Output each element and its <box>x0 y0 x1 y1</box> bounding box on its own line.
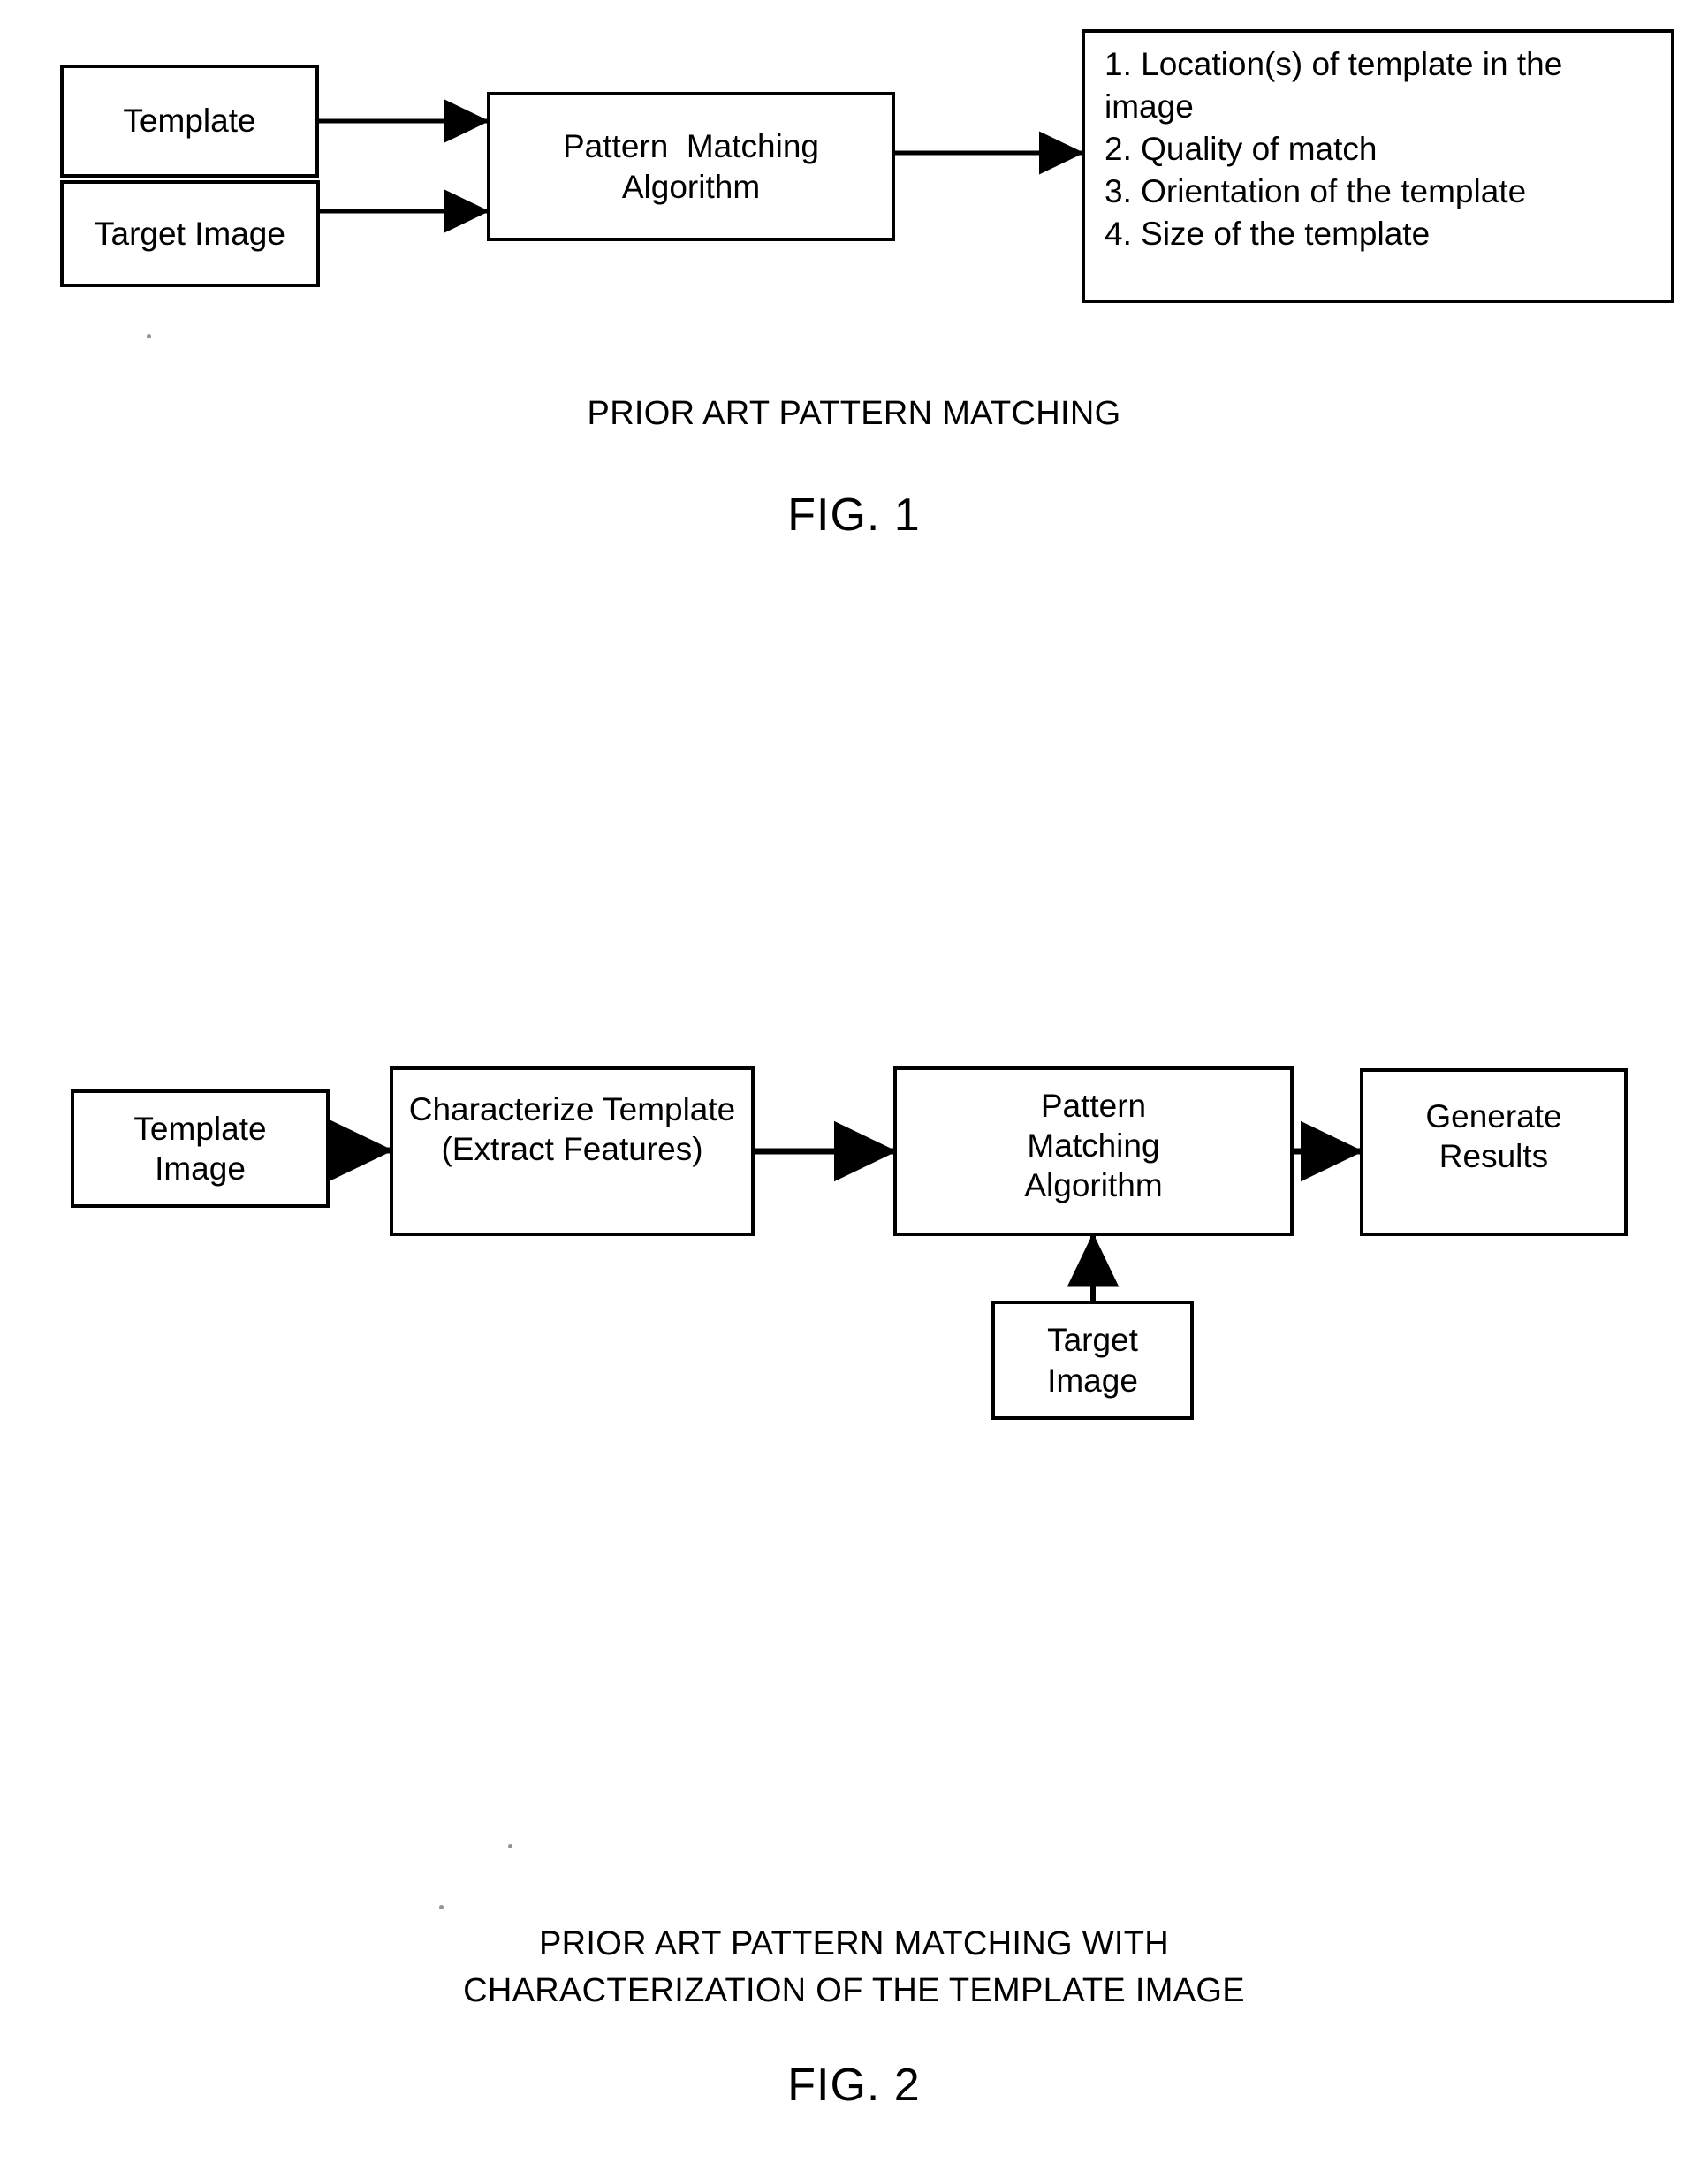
figure-1-label: FIG. 1 <box>787 489 921 541</box>
fig1-node-pattern-matching-algorithm: Pattern Matching Algorithm <box>487 92 895 241</box>
figure-2-caption-line-1: PRIOR ART PATTERN MATCHING WITH <box>538 1925 1170 1962</box>
fig2-pattern-matching-line-2: Matching <box>1027 1127 1160 1165</box>
fig2-target-image-line-1: Target <box>1047 1322 1138 1359</box>
fig1-pattern-matching-line-1: Pattern Matching <box>563 128 819 165</box>
fig1-result-item-4: 4. Size of the template <box>1105 216 1431 253</box>
fig1-template-label: Template <box>123 102 256 140</box>
fig1-result-item-1-line-2: image <box>1105 88 1194 125</box>
patent-figure-sheet: Template Target Image Pattern Matching A… <box>0 0 1708 2178</box>
fig2-characterize-line-1: Characterize Template <box>408 1091 736 1127</box>
fig1-target-image-label: Target Image <box>95 215 285 252</box>
scan-speck <box>147 334 151 338</box>
fig1-node-target-image: Target Image <box>60 180 320 287</box>
fig2-generate-results-line-1: Generate <box>1425 1098 1562 1135</box>
fig1-node-results-list: 1. Location(s) of template in the image … <box>1082 29 1674 303</box>
fig1-node-template: Template <box>60 65 319 178</box>
fig1-result-item-2: 2. Quality of match <box>1105 131 1378 168</box>
fig2-pattern-matching-line-1: Pattern <box>1040 1088 1147 1124</box>
fig2-template-image-line-2: Image <box>155 1150 246 1187</box>
figure-2-label: FIG. 2 <box>787 2060 921 2111</box>
fig2-target-image-line-2: Image <box>1047 1362 1138 1399</box>
figure-2: Template Image Characterize Template (Ex… <box>0 1016 1708 2178</box>
figure-1-caption: PRIOR ART PATTERN MATCHING <box>587 395 1121 432</box>
fig2-generate-results-line-2: Results <box>1439 1138 1549 1175</box>
fig1-pattern-matching-line-2: Algorithm <box>621 168 761 205</box>
fig2-node-template-image: Template Image <box>71 1089 330 1208</box>
fig1-result-item-1-line-1: 1. Location(s) of template in the <box>1105 46 1563 82</box>
fig1-result-item-3: 3. Orientation of the template <box>1105 173 1527 210</box>
fig2-node-pattern-matching-algorithm: Pattern Matching Algorithm <box>893 1066 1294 1236</box>
figure-2-caption-line-2: CHARACTERIZATION OF THE TEMPLATE IMAGE <box>463 1972 1245 2009</box>
fig2-node-generate-results: Generate Results <box>1360 1068 1628 1236</box>
fig2-node-characterize-template: Characterize Template (Extract Features) <box>390 1066 755 1236</box>
fig2-pattern-matching-line-3: Algorithm <box>1024 1167 1163 1204</box>
scan-speck <box>508 1844 512 1848</box>
figure-1: Template Target Image Pattern Matching A… <box>0 0 1708 618</box>
scan-speck <box>439 1905 444 1909</box>
fig2-characterize-line-2: (Extract Features) <box>441 1131 703 1168</box>
fig2-node-target-image: Target Image <box>991 1301 1194 1420</box>
fig2-template-image-line-1: Template <box>133 1110 267 1147</box>
